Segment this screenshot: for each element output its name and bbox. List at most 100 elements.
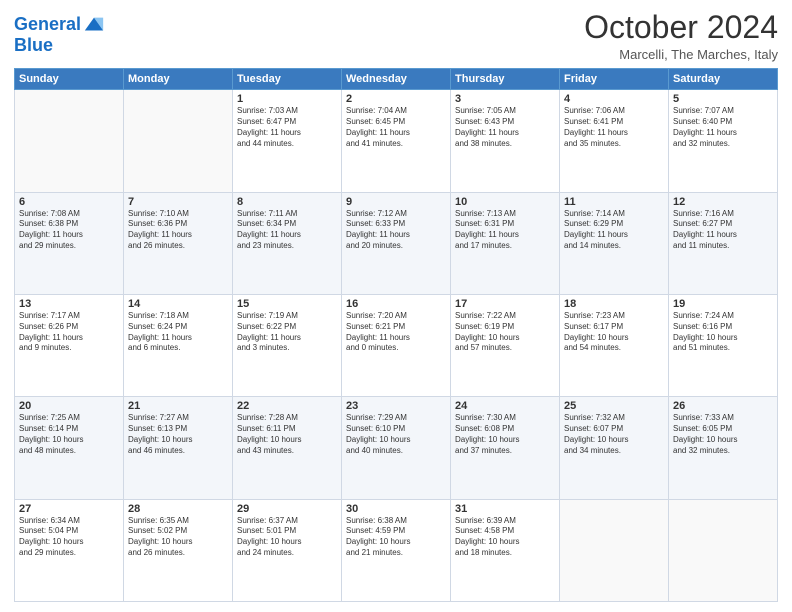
calendar-cell: 24Sunrise: 7:30 AMSunset: 6:08 PMDayligh…	[451, 397, 560, 499]
calendar-cell	[124, 90, 233, 192]
cell-content: Sunrise: 6:39 AMSunset: 4:58 PMDaylight:…	[455, 516, 555, 559]
cell-content: Sunrise: 7:16 AMSunset: 6:27 PMDaylight:…	[673, 209, 773, 252]
calendar-cell: 21Sunrise: 7:27 AMSunset: 6:13 PMDayligh…	[124, 397, 233, 499]
week-row-3: 13Sunrise: 7:17 AMSunset: 6:26 PMDayligh…	[15, 294, 778, 396]
calendar-cell: 26Sunrise: 7:33 AMSunset: 6:05 PMDayligh…	[669, 397, 778, 499]
cell-content: Sunrise: 7:32 AMSunset: 6:07 PMDaylight:…	[564, 413, 664, 456]
day-number: 29	[237, 503, 337, 515]
cell-content: Sunrise: 7:30 AMSunset: 6:08 PMDaylight:…	[455, 413, 555, 456]
day-number: 11	[564, 196, 664, 208]
header-row: SundayMondayTuesdayWednesdayThursdayFrid…	[15, 69, 778, 90]
location: Marcelli, The Marches, Italy	[584, 47, 778, 62]
week-row-4: 20Sunrise: 7:25 AMSunset: 6:14 PMDayligh…	[15, 397, 778, 499]
calendar-cell: 15Sunrise: 7:19 AMSunset: 6:22 PMDayligh…	[233, 294, 342, 396]
calendar-cell: 13Sunrise: 7:17 AMSunset: 6:26 PMDayligh…	[15, 294, 124, 396]
cell-content: Sunrise: 7:12 AMSunset: 6:33 PMDaylight:…	[346, 209, 446, 252]
header: General Blue October 2024 Marcelli, The …	[14, 10, 778, 62]
calendar-cell: 23Sunrise: 7:29 AMSunset: 6:10 PMDayligh…	[342, 397, 451, 499]
day-number: 28	[128, 503, 228, 515]
week-row-2: 6Sunrise: 7:08 AMSunset: 6:38 PMDaylight…	[15, 192, 778, 294]
cell-content: Sunrise: 6:35 AMSunset: 5:02 PMDaylight:…	[128, 516, 228, 559]
calendar-cell: 3Sunrise: 7:05 AMSunset: 6:43 PMDaylight…	[451, 90, 560, 192]
day-number: 19	[673, 298, 773, 310]
calendar-cell: 6Sunrise: 7:08 AMSunset: 6:38 PMDaylight…	[15, 192, 124, 294]
day-number: 12	[673, 196, 773, 208]
calendar-cell: 29Sunrise: 6:37 AMSunset: 5:01 PMDayligh…	[233, 499, 342, 601]
week-row-5: 27Sunrise: 6:34 AMSunset: 5:04 PMDayligh…	[15, 499, 778, 601]
cell-content: Sunrise: 7:22 AMSunset: 6:19 PMDaylight:…	[455, 311, 555, 354]
calendar-cell: 17Sunrise: 7:22 AMSunset: 6:19 PMDayligh…	[451, 294, 560, 396]
calendar-cell: 31Sunrise: 6:39 AMSunset: 4:58 PMDayligh…	[451, 499, 560, 601]
day-number: 10	[455, 196, 555, 208]
calendar-cell: 1Sunrise: 7:03 AMSunset: 6:47 PMDaylight…	[233, 90, 342, 192]
title-block: October 2024 Marcelli, The Marches, Ital…	[584, 10, 778, 62]
cell-content: Sunrise: 7:18 AMSunset: 6:24 PMDaylight:…	[128, 311, 228, 354]
month-title: October 2024	[584, 10, 778, 45]
day-number: 25	[564, 400, 664, 412]
day-number: 22	[237, 400, 337, 412]
logo-text: General	[14, 15, 81, 35]
day-number: 1	[237, 93, 337, 105]
calendar-cell: 12Sunrise: 7:16 AMSunset: 6:27 PMDayligh…	[669, 192, 778, 294]
day-number: 16	[346, 298, 446, 310]
calendar-cell: 9Sunrise: 7:12 AMSunset: 6:33 PMDaylight…	[342, 192, 451, 294]
cell-content: Sunrise: 7:19 AMSunset: 6:22 PMDaylight:…	[237, 311, 337, 354]
calendar-cell: 30Sunrise: 6:38 AMSunset: 4:59 PMDayligh…	[342, 499, 451, 601]
day-number: 15	[237, 298, 337, 310]
day-number: 5	[673, 93, 773, 105]
day-header-thursday: Thursday	[451, 69, 560, 90]
cell-content: Sunrise: 7:11 AMSunset: 6:34 PMDaylight:…	[237, 209, 337, 252]
cell-content: Sunrise: 7:04 AMSunset: 6:45 PMDaylight:…	[346, 106, 446, 149]
calendar-cell: 11Sunrise: 7:14 AMSunset: 6:29 PMDayligh…	[560, 192, 669, 294]
day-number: 6	[19, 196, 119, 208]
calendar-cell: 10Sunrise: 7:13 AMSunset: 6:31 PMDayligh…	[451, 192, 560, 294]
cell-content: Sunrise: 6:34 AMSunset: 5:04 PMDaylight:…	[19, 516, 119, 559]
day-number: 20	[19, 400, 119, 412]
cell-content: Sunrise: 7:27 AMSunset: 6:13 PMDaylight:…	[128, 413, 228, 456]
logo-subtext: Blue	[14, 36, 105, 56]
cell-content: Sunrise: 7:03 AMSunset: 6:47 PMDaylight:…	[237, 106, 337, 149]
cell-content: Sunrise: 7:06 AMSunset: 6:41 PMDaylight:…	[564, 106, 664, 149]
calendar-cell	[669, 499, 778, 601]
calendar-cell: 14Sunrise: 7:18 AMSunset: 6:24 PMDayligh…	[124, 294, 233, 396]
page: General Blue October 2024 Marcelli, The …	[0, 0, 792, 612]
day-number: 2	[346, 93, 446, 105]
calendar-cell: 22Sunrise: 7:28 AMSunset: 6:11 PMDayligh…	[233, 397, 342, 499]
day-number: 17	[455, 298, 555, 310]
calendar-cell	[560, 499, 669, 601]
cell-content: Sunrise: 7:13 AMSunset: 6:31 PMDaylight:…	[455, 209, 555, 252]
day-number: 31	[455, 503, 555, 515]
cell-content: Sunrise: 7:25 AMSunset: 6:14 PMDaylight:…	[19, 413, 119, 456]
cell-content: Sunrise: 7:23 AMSunset: 6:17 PMDaylight:…	[564, 311, 664, 354]
calendar-cell: 20Sunrise: 7:25 AMSunset: 6:14 PMDayligh…	[15, 397, 124, 499]
calendar-cell: 18Sunrise: 7:23 AMSunset: 6:17 PMDayligh…	[560, 294, 669, 396]
day-number: 13	[19, 298, 119, 310]
calendar-cell: 25Sunrise: 7:32 AMSunset: 6:07 PMDayligh…	[560, 397, 669, 499]
day-header-tuesday: Tuesday	[233, 69, 342, 90]
cell-content: Sunrise: 7:07 AMSunset: 6:40 PMDaylight:…	[673, 106, 773, 149]
day-number: 26	[673, 400, 773, 412]
day-number: 9	[346, 196, 446, 208]
cell-content: Sunrise: 7:28 AMSunset: 6:11 PMDaylight:…	[237, 413, 337, 456]
cell-content: Sunrise: 7:24 AMSunset: 6:16 PMDaylight:…	[673, 311, 773, 354]
logo-icon	[83, 14, 105, 36]
cell-content: Sunrise: 7:14 AMSunset: 6:29 PMDaylight:…	[564, 209, 664, 252]
cell-content: Sunrise: 7:20 AMSunset: 6:21 PMDaylight:…	[346, 311, 446, 354]
calendar-cell: 2Sunrise: 7:04 AMSunset: 6:45 PMDaylight…	[342, 90, 451, 192]
day-header-wednesday: Wednesday	[342, 69, 451, 90]
cell-content: Sunrise: 7:17 AMSunset: 6:26 PMDaylight:…	[19, 311, 119, 354]
calendar-cell: 5Sunrise: 7:07 AMSunset: 6:40 PMDaylight…	[669, 90, 778, 192]
calendar-cell: 8Sunrise: 7:11 AMSunset: 6:34 PMDaylight…	[233, 192, 342, 294]
week-row-1: 1Sunrise: 7:03 AMSunset: 6:47 PMDaylight…	[15, 90, 778, 192]
cell-content: Sunrise: 7:05 AMSunset: 6:43 PMDaylight:…	[455, 106, 555, 149]
day-header-sunday: Sunday	[15, 69, 124, 90]
cell-content: Sunrise: 7:29 AMSunset: 6:10 PMDaylight:…	[346, 413, 446, 456]
calendar-cell: 19Sunrise: 7:24 AMSunset: 6:16 PMDayligh…	[669, 294, 778, 396]
day-number: 24	[455, 400, 555, 412]
logo: General Blue	[14, 14, 105, 56]
day-number: 3	[455, 93, 555, 105]
day-number: 18	[564, 298, 664, 310]
calendar-cell: 28Sunrise: 6:35 AMSunset: 5:02 PMDayligh…	[124, 499, 233, 601]
day-number: 4	[564, 93, 664, 105]
calendar-cell: 16Sunrise: 7:20 AMSunset: 6:21 PMDayligh…	[342, 294, 451, 396]
